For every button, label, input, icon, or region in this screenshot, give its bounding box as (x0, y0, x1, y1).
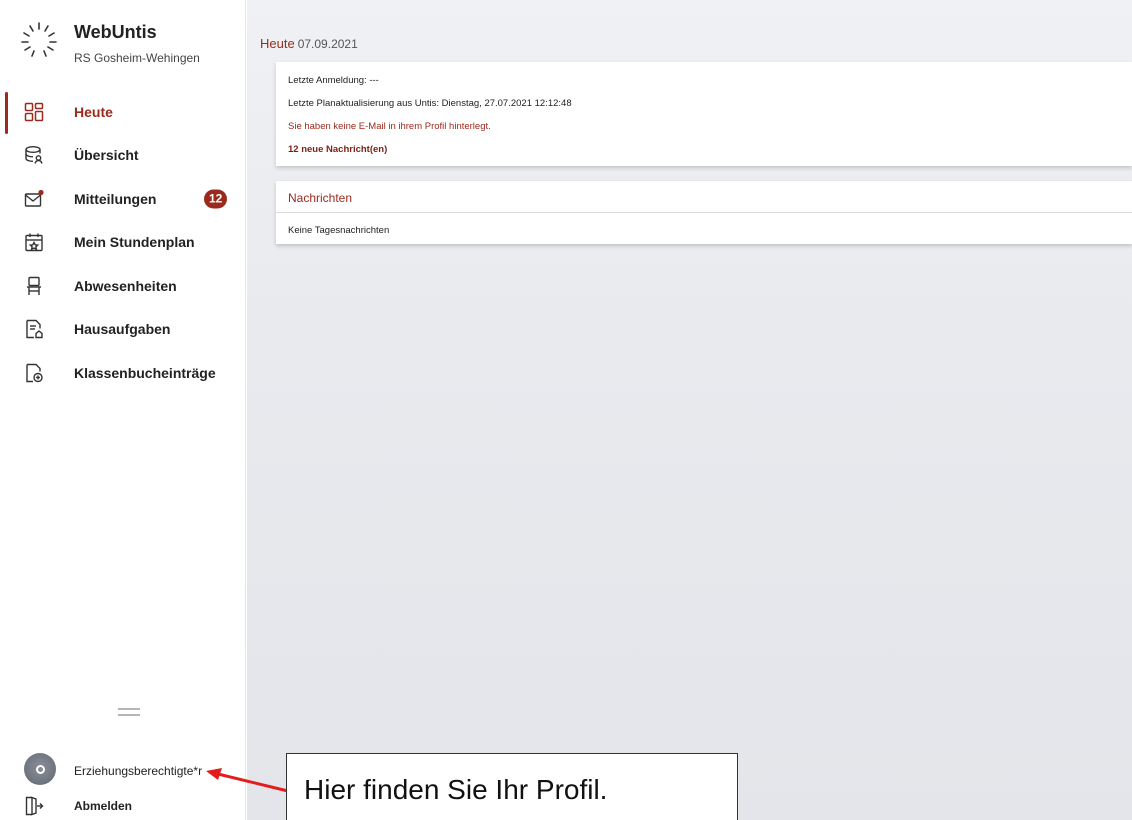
main-content: Heute 07.09.2021 Letzte Anmeldung: --- Le… (247, 0, 1132, 820)
brand[interactable]: WebUntis RS Gosheim-Wehingen (18, 18, 238, 78)
classbook-icon (24, 363, 44, 383)
overview-icon (24, 145, 44, 165)
page-title: Heute 07.09.2021 (260, 36, 358, 51)
dashboard-icon (24, 102, 44, 122)
sidebar-item-label: Mein Stundenplan (74, 234, 195, 251)
news-card-title: Nachrichten (288, 191, 353, 205)
sidebar-item-hausaufgaben[interactable]: Hausaufgaben (0, 308, 246, 352)
last-update-text: Letzte Planaktualisierung aus Untis: Die… (288, 98, 572, 109)
mail-icon (24, 189, 44, 209)
webuntis-logo-icon (18, 20, 60, 62)
sidebar-item-label: Übersicht (74, 147, 139, 164)
calendar-icon (24, 232, 44, 252)
sidebar-item-label: Abwesenheiten (74, 277, 177, 294)
sidebar-item-klassenbuch[interactable]: Klassenbucheinträge (0, 351, 246, 395)
school-name: RS Gosheim-Wehingen (74, 51, 200, 65)
sidebar-item-label: Hausaufgaben (74, 321, 171, 338)
logout-icon (24, 796, 44, 816)
page-title-text: Heute (260, 36, 295, 51)
annotation-text: Hier finden Sie Ihr Profil. (304, 774, 608, 805)
logout-label: Abmelden (74, 799, 133, 813)
sidebar-item-label: Mitteilungen (74, 190, 157, 207)
sidebar-item-stundenplan[interactable]: Mein Stundenplan (0, 221, 246, 265)
sidebar: WebUntis RS Gosheim-Wehingen Heute Übers… (0, 0, 246, 820)
app-name: WebUntis (74, 22, 157, 42)
avatar-icon (24, 753, 56, 785)
status-card: Letzte Anmeldung: --- Letzte Planaktuali… (276, 62, 1132, 166)
news-card-header: Nachrichten (276, 181, 1132, 213)
homework-icon (24, 319, 44, 339)
sidebar-collapse-handle[interactable] (118, 708, 140, 718)
sidebar-item-uebersicht[interactable]: Übersicht (0, 134, 246, 178)
sidebar-nav: Heute Übersicht Mitteilungen 12 Mein Stu… (0, 90, 246, 395)
news-card: Nachrichten Keine Tagesnachrichten (276, 181, 1132, 244)
annotation-arrow (206, 768, 293, 794)
unread-count-badge: 12 (204, 189, 228, 209)
sidebar-item-abwesenheiten[interactable]: Abwesenheiten (0, 264, 246, 308)
sidebar-item-mitteilungen[interactable]: Mitteilungen 12 (0, 177, 246, 221)
sidebar-item-label: Heute (74, 103, 113, 120)
sidebar-item-heute[interactable]: Heute (0, 90, 246, 134)
chair-icon (24, 276, 44, 296)
page-date: 07.09.2021 (297, 37, 358, 51)
profile-label: Erziehungsberechtigte*r (74, 764, 203, 778)
sidebar-item-label: Klassenbucheinträge (74, 364, 216, 381)
last-login-text: Letzte Anmeldung: --- (288, 75, 379, 86)
news-empty-text: Keine Tagesnachrichten (288, 225, 390, 236)
new-messages-link[interactable]: 12 neue Nachricht(en) (288, 144, 387, 155)
annotation-callout: Hier finden Sie Ihr Profil. (286, 753, 738, 820)
email-warning-link[interactable]: Sie haben keine E-Mail in ihrem Profil h… (288, 121, 491, 132)
